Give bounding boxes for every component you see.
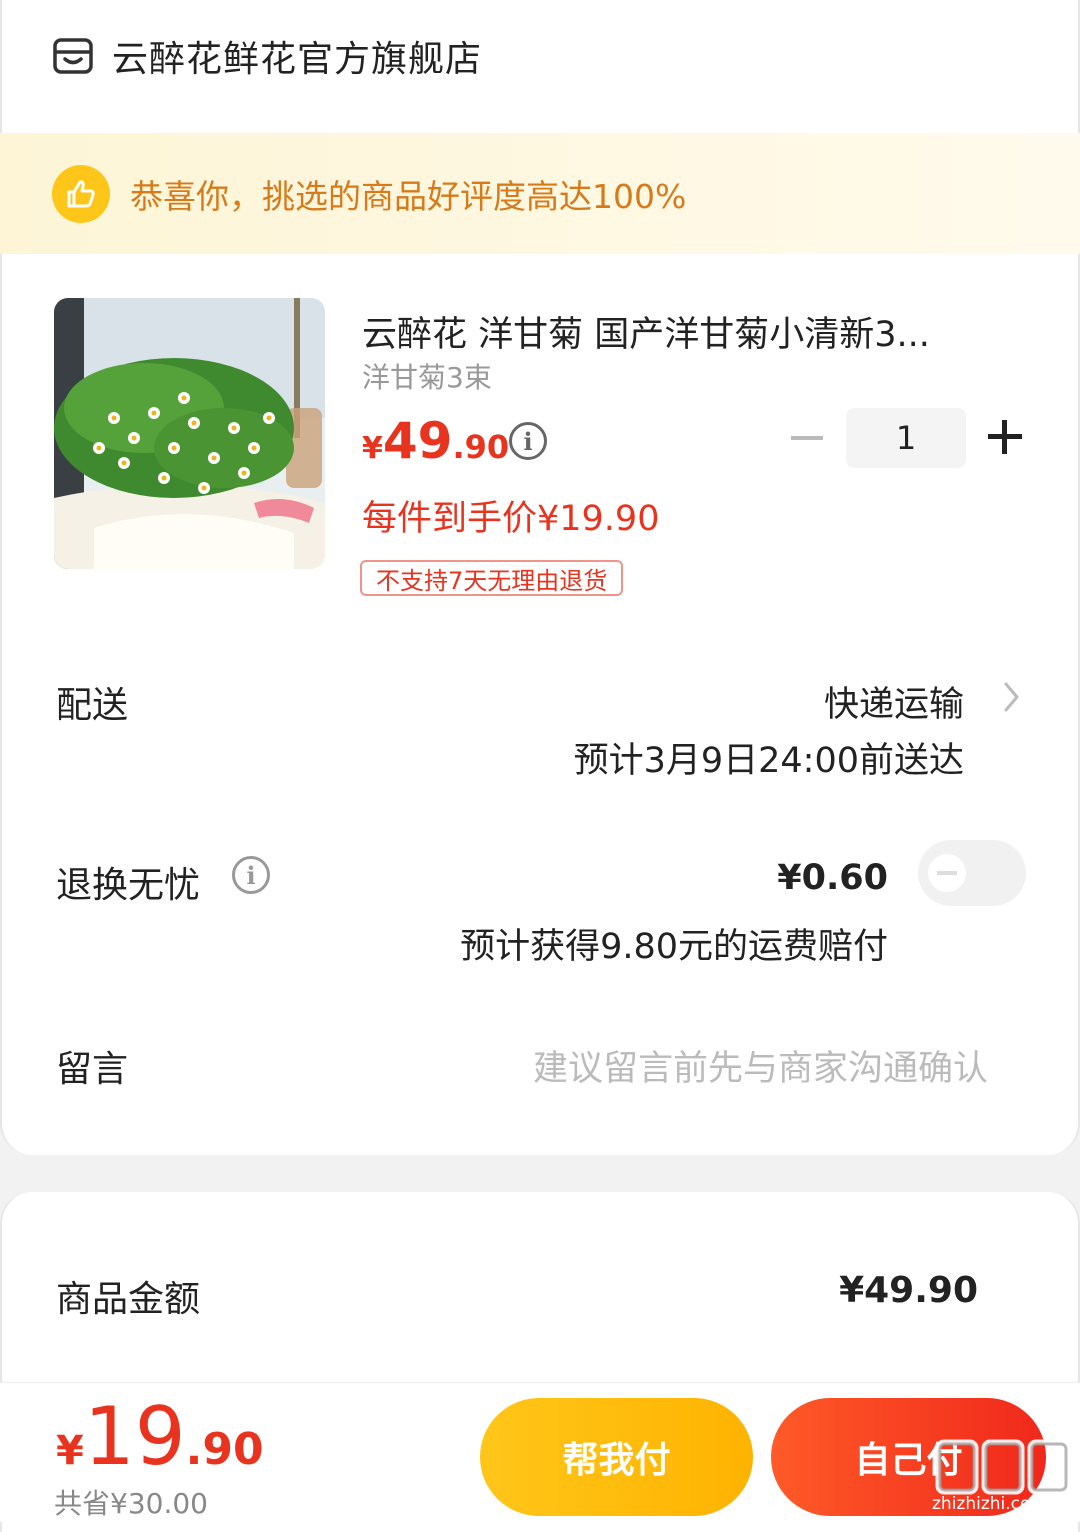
product-title[interactable]: 云醉花 洋甘菊 国产洋甘菊小清新3... [362,306,982,357]
total-currency: ¥ [56,1428,84,1474]
price-decimal: .90 [452,428,510,466]
delivery-label: 配送 [56,685,129,726]
toggle-knob [928,854,966,892]
delivery-method[interactable]: 快递运输 [824,676,964,727]
quantity-increase-button[interactable] [988,420,1022,454]
chevron-right-icon[interactable] [1002,680,1022,714]
store-name: 云醉花鲜花官方旗舰店 [112,39,483,80]
delivery-eta: 预计3月9日24:00前送达 [573,741,964,781]
price-info-icon[interactable]: i [509,422,547,460]
product-price: ¥ 49 .90 [362,412,509,470]
rating-banner: 恭喜你，挑选的商品好评度高达100% [0,133,1080,254]
quantity-decrease-button[interactable] [790,418,824,458]
rating-banner-text: 恭喜你，挑选的商品好评度高达100% [130,176,687,216]
store-icon [53,38,93,74]
quantity-input[interactable]: 1 [846,408,966,468]
price-currency: ¥ [362,431,383,466]
total-decimal: .90 [185,1424,264,1475]
thumbs-up-icon [52,164,110,223]
price-integer: 49 [382,412,453,470]
return-service-toggle[interactable] [918,840,1026,906]
saved-amount: 共省¥30.00 [54,1487,208,1520]
minus-icon [791,436,823,440]
product-image[interactable] [54,298,325,569]
each-price: 每件到手价¥19.90 [362,499,660,539]
watermark-text: zhizhizhi.com [932,1494,1047,1514]
return-service-note: 预计获得9.80元的运费赔付 [460,927,888,967]
total-price: ¥ 19 .90 [56,1390,264,1483]
return-service-label: 退换无忧 [56,865,201,906]
goods-amount-value: ¥49.90 [839,1270,978,1311]
return-info-icon[interactable]: i [232,856,270,894]
product-spec[interactable]: 洋甘菊3束 [362,356,492,396]
return-service-price: ¥0.60 [777,858,888,898]
help-pay-button[interactable]: 帮我付 [480,1398,753,1516]
message-label: 留言 [56,1049,129,1090]
goods-amount-label: 商品金额 [56,1279,201,1320]
store-header[interactable]: 云醉花鲜花官方旗舰店 [52,30,482,82]
total-integer: 19 [83,1390,186,1483]
no-return-tag: 不支持7天无理由退货 [360,560,624,596]
message-input[interactable]: 建议留言前先与商家沟通确认 [533,1040,988,1091]
